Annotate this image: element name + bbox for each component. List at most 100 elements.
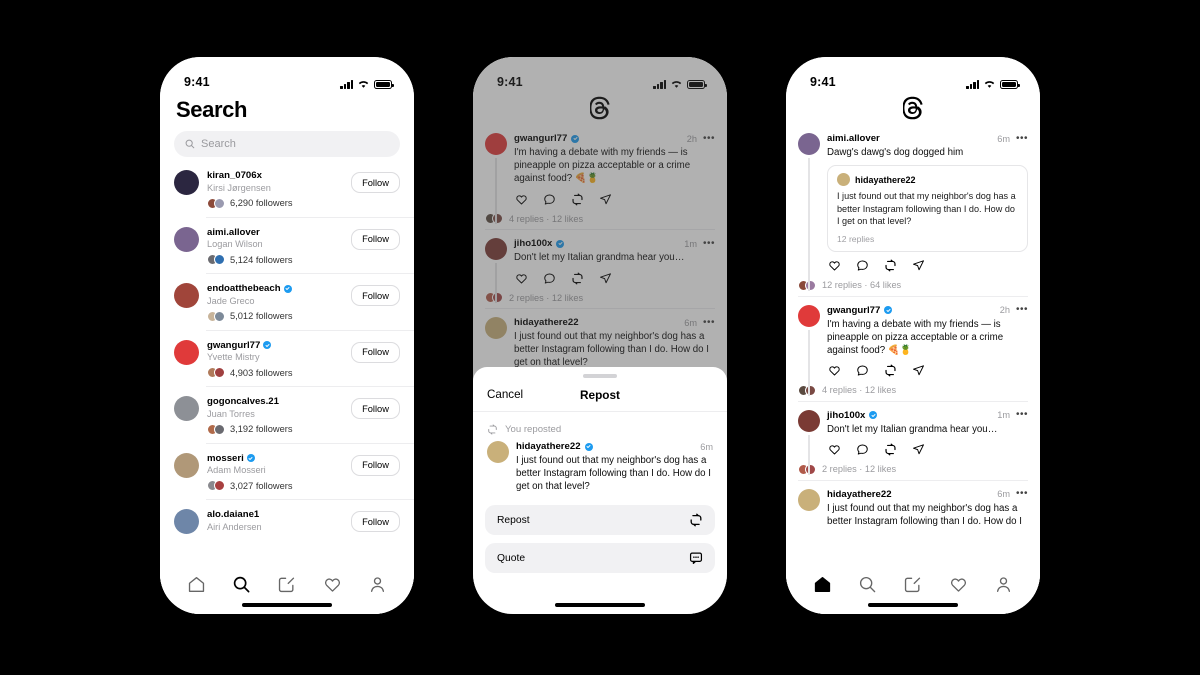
list-item[interactable]: endoatthebeach Jade Greco 5,012 follower… (160, 274, 414, 331)
username[interactable]: alo.daiane1 (207, 509, 343, 520)
more-options-icon[interactable]: ••• (1016, 133, 1028, 143)
tab-search[interactable] (231, 573, 253, 595)
follow-button[interactable]: Follow (351, 398, 400, 419)
fullname: Juan Torres (207, 408, 255, 419)
avatar[interactable] (174, 170, 199, 195)
username[interactable]: hidayathere22 (827, 489, 892, 500)
share-icon[interactable] (911, 364, 925, 378)
follow-button[interactable]: Follow (351, 454, 400, 476)
fullname: Logan Wilson (207, 239, 263, 249)
post-body: jiho100x 1m ••• Don't let my Italian gra… (827, 410, 1028, 457)
reply-icon[interactable] (855, 364, 869, 378)
post-text: I just found out that my neighbor's dog … (827, 502, 1022, 527)
avatar[interactable] (174, 396, 199, 421)
post[interactable]: aimi.allover 6m ••• Dawg's dawg's dog do… (786, 125, 1040, 297)
avatar[interactable] (798, 488, 820, 511)
post-meta-row: aimi.allover 6m ••• (827, 133, 1028, 144)
avatar[interactable] (174, 452, 199, 478)
avatar[interactable] (798, 304, 820, 327)
share-icon[interactable] (911, 259, 925, 273)
username[interactable]: gwangurl77 (207, 340, 343, 351)
search-screen: 9:41 Search Search kiran_0706x Kirsi Jør… (160, 57, 414, 614)
follow-button[interactable]: Follow (351, 172, 400, 193)
avatar[interactable] (798, 409, 820, 432)
tab-compose[interactable] (902, 573, 924, 595)
list-item[interactable]: gogoncalves.21 Juan Torres 3,192 followe… (160, 387, 414, 444)
tab-profile[interactable] (992, 573, 1014, 595)
list-item[interactable]: aimi.allover Logan Wilson 5,124 follower… (160, 218, 414, 275)
repost-icon[interactable] (883, 364, 897, 378)
avatar[interactable] (798, 133, 820, 155)
post[interactable]: gwangurl77 2h ••• I'm having a debate wi… (786, 297, 1040, 402)
username[interactable]: gogoncalves.21 (207, 396, 343, 407)
tab-compose[interactable] (276, 573, 298, 595)
verified-badge-icon (884, 306, 893, 314)
list-item[interactable]: alo.daiane1 Airi Andersen Follow (160, 500, 414, 543)
reply-icon[interactable] (855, 259, 869, 273)
like-icon[interactable] (827, 443, 841, 457)
phone-mockup-repost-sheet: 9:41 gwangurl77 2h ••• I'm having a deba… (473, 57, 727, 614)
avatar[interactable] (174, 283, 199, 308)
battery-icon (374, 80, 394, 89)
follow-button[interactable]: Follow (351, 341, 400, 363)
avatar[interactable] (174, 226, 199, 252)
username[interactable]: hidayathere22 (516, 441, 581, 452)
post-stats-text: 12 replies · 64 likes (822, 280, 902, 290)
reply-icon[interactable] (855, 443, 869, 457)
username[interactable]: aimi.allover (827, 133, 880, 144)
follow-button[interactable]: Follow (351, 511, 400, 532)
more-options-icon[interactable]: ••• (1016, 489, 1028, 499)
status-time: 9:41 (184, 75, 210, 89)
repost-option[interactable]: Repost (485, 505, 715, 535)
threads-feed-screen-dimmed: 9:41 gwangurl77 2h ••• I'm having a deba… (473, 57, 727, 614)
quoted-post-card[interactable]: hidayathere22 I just found out that my n… (827, 165, 1028, 252)
thread-line (808, 158, 810, 291)
search-input[interactable]: Search (174, 131, 400, 157)
post-meta-row: hidayathere22 6m ••• (827, 489, 1028, 500)
post-stats[interactable]: 4 replies · 12 likes (798, 384, 1028, 396)
username[interactable]: aimi.allover (207, 227, 343, 238)
tab-search[interactable] (857, 573, 879, 595)
follow-button[interactable]: Follow (351, 228, 400, 250)
avatar[interactable] (174, 509, 199, 534)
repost-icon[interactable] (883, 259, 897, 273)
tab-profile[interactable] (366, 573, 388, 595)
more-options-icon[interactable]: ••• (1016, 305, 1028, 315)
list-item[interactable]: mosseri Adam Mosseri 3,027 followers Fol… (160, 444, 414, 501)
post-body: gwangurl77 2h ••• I'm having a debate wi… (827, 305, 1028, 378)
post-stats[interactable]: 2 replies · 12 likes (798, 463, 1028, 475)
home-indicator (868, 603, 958, 607)
username[interactable]: kiran_0706x (207, 170, 343, 181)
avatar[interactable] (174, 339, 199, 365)
repost-icon[interactable] (883, 443, 897, 457)
tab-home[interactable] (812, 573, 834, 595)
post-stats-text: 4 replies · 12 likes (822, 385, 897, 395)
tab-heart[interactable] (947, 573, 969, 595)
repost-icon (690, 513, 702, 527)
list-item[interactable]: kiran_0706x Kirsi Jørgensen 6,290 follow… (160, 161, 414, 218)
username[interactable]: mosseri (207, 453, 343, 464)
username[interactable]: jiho100x (827, 410, 865, 421)
share-icon[interactable] (911, 443, 925, 457)
tab-heart[interactable] (321, 573, 343, 595)
search-icon (185, 139, 195, 149)
replier-avatars (798, 279, 816, 291)
username[interactable]: endoatthebeach (207, 283, 343, 294)
post-actions (827, 259, 1028, 273)
post[interactable]: hidayathere22 6m ••• I just found out th… (786, 481, 1040, 534)
post-stats[interactable]: 12 replies · 64 likes (798, 279, 1028, 291)
more-options-icon[interactable]: ••• (1016, 410, 1028, 420)
tab-home[interactable] (186, 573, 208, 595)
post-header: gwangurl77 2h ••• I'm having a debate wi… (798, 304, 1028, 378)
post-stats-text: 2 replies · 12 likes (822, 464, 897, 474)
like-icon[interactable] (827, 259, 841, 273)
post[interactable]: jiho100x 1m ••• Don't let my Italian gra… (786, 402, 1040, 481)
fullname: Jade Greco (207, 295, 255, 306)
thread-line (808, 329, 810, 396)
username[interactable]: gwangurl77 (827, 305, 880, 316)
quote-option-label: Quote (497, 552, 526, 564)
like-icon[interactable] (827, 364, 841, 378)
quote-option[interactable]: Quote (485, 543, 715, 573)
list-item[interactable]: gwangurl77 Yvette Mistry 4,903 followers… (160, 331, 414, 388)
follow-button[interactable]: Follow (351, 285, 400, 306)
